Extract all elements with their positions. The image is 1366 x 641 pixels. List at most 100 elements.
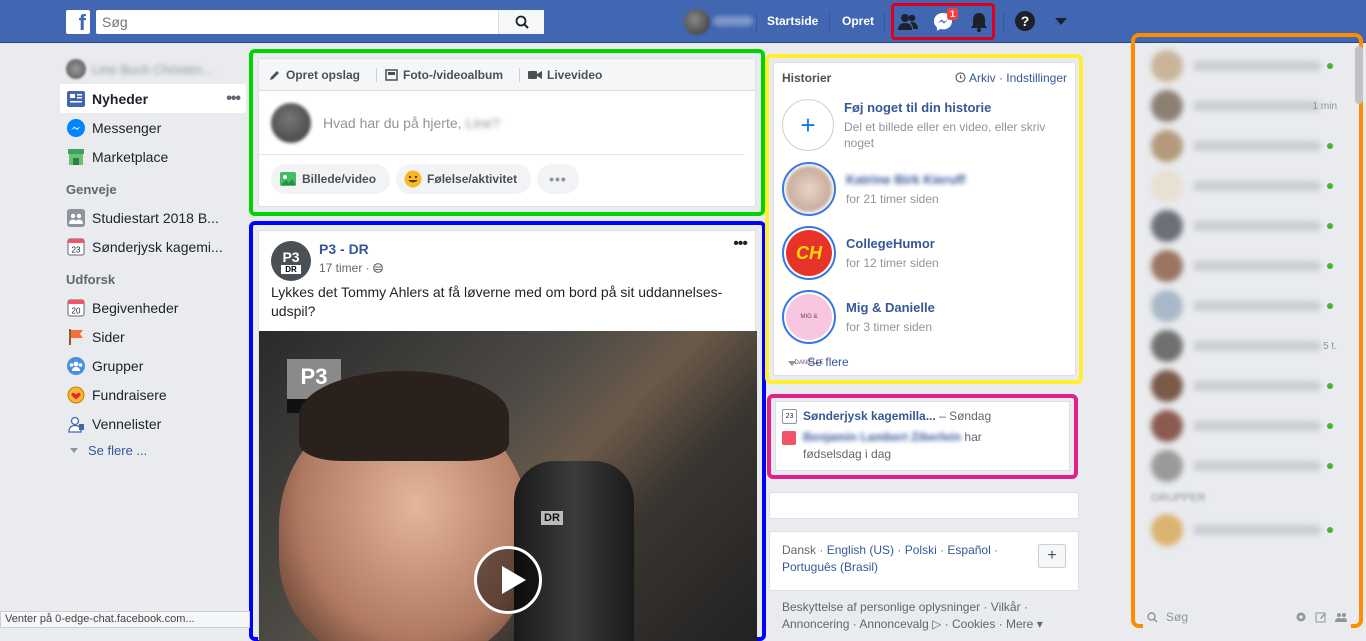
story-author: Katrine Birk Kieruff	[846, 171, 966, 187]
messenger-badge: 1	[947, 8, 959, 20]
more-options-icon[interactable]: •••	[537, 164, 579, 194]
chat-contact[interactable]	[1143, 406, 1351, 446]
video-person-hair	[299, 371, 509, 461]
avatar	[1151, 250, 1183, 282]
post-options-icon[interactable]: •••	[733, 235, 748, 253]
notifications-bell-icon[interactable]	[968, 11, 990, 33]
flag-icon	[66, 327, 86, 347]
group-chat-icon[interactable]	[1335, 611, 1347, 623]
help-icon[interactable]: ?	[1015, 11, 1035, 31]
chat-contact[interactable]	[1143, 166, 1351, 206]
event-link[interactable]: Sønderjysk kagemilla...	[803, 409, 936, 423]
tab-create-post[interactable]: Opret opslag	[269, 68, 368, 82]
post-author[interactable]: P3 - DR	[319, 241, 383, 257]
search-input[interactable]	[96, 11, 498, 33]
story-time: for 12 timer siden	[846, 255, 939, 270]
emoji-smile-icon	[404, 170, 422, 188]
sidebar-item-news-feed[interactable]: Nyheder •••	[60, 84, 246, 113]
composer-placeholder: Hvad har du på hjerte,	[323, 114, 462, 131]
tab-live-video[interactable]: Livevideo	[528, 68, 610, 82]
profile-name-blurred[interactable]	[713, 16, 753, 26]
chevron-down-icon	[70, 447, 78, 453]
facebook-logo[interactable]: f	[66, 10, 90, 35]
sidebar-item-kagemilla[interactable]: 23 Sønderjysk kagemi...	[60, 232, 250, 261]
chat-search[interactable]: Søg	[1147, 606, 1347, 628]
sidebar-item-studiestart[interactable]: Studiestart 2018 B...	[60, 203, 250, 232]
chat-contact[interactable]	[1143, 366, 1351, 406]
chevron-down-icon	[788, 361, 796, 366]
video-player[interactable]: P3 DR DR	[259, 331, 757, 641]
tab-photo-album[interactable]: Foto-/videoalbum	[385, 68, 511, 82]
sidebar-item-label: Sønderjysk kagemi...	[92, 238, 223, 255]
chat-contact[interactable]	[1143, 446, 1351, 486]
see-more-link[interactable]: Se flere ...	[60, 438, 250, 462]
sidebar-item-fundraisers[interactable]: Fundraisere	[60, 380, 250, 409]
story-item[interactable]: Katrine Birk Kieruff for 21 timer siden	[782, 157, 1067, 221]
avatar	[1151, 410, 1183, 442]
story-item[interactable]: CH CollegeHumor for 12 timer siden	[782, 221, 1067, 285]
sidebar-item-pages[interactable]: Sider	[60, 322, 250, 351]
svg-text:20: 20	[72, 306, 81, 315]
birthday-person[interactable]: Benjamin Lambert Ziberlein	[803, 430, 961, 444]
language-link[interactable]: Polski	[905, 543, 937, 557]
language-link[interactable]: Español	[947, 543, 990, 557]
chat-contact[interactable]	[1143, 246, 1351, 286]
stories-see-more[interactable]: Se flere	[782, 355, 1067, 369]
scrollbar-thumb[interactable]	[1355, 46, 1363, 104]
post-composer: Opret opslag Foto-/videoalbum Livevideo …	[258, 58, 756, 207]
chat-contact[interactable]	[1143, 286, 1351, 326]
page-logo[interactable]: P3 DR	[271, 241, 311, 281]
add-story-item[interactable]: + Føj noget til din historie Del et bill…	[782, 93, 1067, 157]
online-status-dot	[1327, 303, 1333, 309]
footer-line-2[interactable]: Annoncering · Annoncevalg ▷ · Cookies · …	[782, 616, 1082, 633]
footer-line-1[interactable]: Beskyttelse af personlige oplysninger · …	[782, 599, 1082, 616]
online-status-dot	[1327, 143, 1333, 149]
sidebar-item-label: Nyheder	[92, 90, 149, 107]
sidebar-item-marketplace[interactable]: Marketplace	[60, 142, 250, 171]
play-button-icon[interactable]	[474, 546, 542, 614]
avatar	[1151, 290, 1183, 322]
archive-link[interactable]: Arkiv	[969, 71, 996, 85]
settings-link[interactable]: Indstillinger	[1006, 71, 1067, 85]
sidebar-item-friend-lists[interactable]: Vennelister	[60, 409, 250, 438]
chat-contact[interactable]	[1143, 126, 1351, 166]
home-link[interactable]: Startside	[767, 14, 818, 28]
empty-panel	[769, 492, 1079, 519]
chat-contact[interactable]	[1143, 510, 1351, 550]
language-link[interactable]: English (US)	[827, 543, 894, 557]
photo-album-icon	[385, 68, 398, 81]
chat-contact[interactable]: 1 min	[1143, 86, 1351, 126]
feed-post: P3 DR P3 - DR 17 timer · ••• Lykkes det …	[258, 230, 757, 641]
language-link[interactable]: Dansk	[782, 543, 816, 557]
feeling-activity-button[interactable]: Følelse/aktivitet	[396, 164, 532, 194]
story-item[interactable]: MIG & DANIELLE Mig & Danielle for 3 time…	[782, 285, 1067, 366]
avatar	[1151, 450, 1183, 482]
chat-contact[interactable]: 5 t.	[1143, 326, 1351, 366]
create-link[interactable]: Opret	[842, 14, 874, 28]
composer-input-area[interactable]: Hvad har du på hjerte, Line?	[259, 91, 745, 155]
sidebar-item-messenger[interactable]: Messenger	[60, 113, 250, 142]
friend-requests-icon[interactable]	[897, 11, 919, 33]
gear-icon[interactable]	[1295, 611, 1307, 623]
photo-video-button[interactable]: Billede/video	[271, 164, 391, 194]
chat-contact[interactable]	[1143, 46, 1351, 86]
chat-sidebar: 1 min 5 t. GRUPPER	[1143, 46, 1351, 628]
story-avatar: CH	[782, 226, 836, 280]
contact-name-blurred	[1193, 301, 1321, 311]
chat-contact[interactable]	[1143, 206, 1351, 246]
sidebar-item-events[interactable]: 20 Begivenheder	[60, 293, 250, 322]
add-language-button[interactable]: +	[1038, 544, 1066, 568]
account-menu-caret-icon[interactable]	[1055, 18, 1067, 25]
sidebar-item-groups[interactable]: Grupper	[60, 351, 250, 380]
browser-status-bar: Venter på 0-edge-chat.facebook.com...	[0, 611, 250, 628]
profile-link[interactable]: Line Buch Christen...	[60, 54, 250, 84]
fundraiser-icon	[66, 385, 86, 405]
post-timestamp[interactable]: 17 timer ·	[319, 261, 383, 275]
divider	[376, 67, 378, 82]
compose-icon[interactable]	[1315, 611, 1327, 623]
search-button[interactable]	[498, 10, 544, 34]
profile-avatar[interactable]	[684, 9, 710, 35]
language-link[interactable]: Português (Brasil)	[782, 560, 878, 574]
more-options-icon[interactable]: •••	[226, 90, 241, 108]
contact-name-blurred	[1193, 525, 1321, 535]
